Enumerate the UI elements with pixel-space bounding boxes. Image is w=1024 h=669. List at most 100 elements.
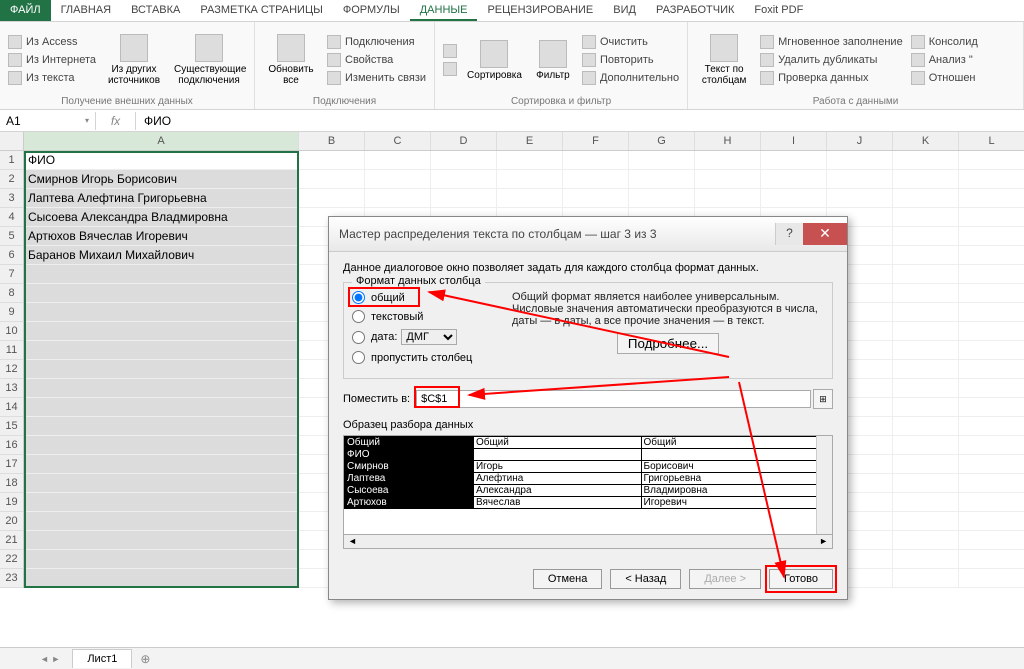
- row-header[interactable]: 2: [0, 170, 23, 189]
- preview-vscroll[interactable]: [816, 436, 832, 534]
- cell[interactable]: [959, 208, 1024, 227]
- cell[interactable]: [959, 341, 1024, 360]
- cell[interactable]: [959, 322, 1024, 341]
- cell[interactable]: [629, 189, 695, 208]
- col-header[interactable]: G: [629, 132, 695, 150]
- tab-data[interactable]: ДАННЫЕ: [410, 0, 478, 21]
- row-header[interactable]: 17: [0, 455, 23, 474]
- cell[interactable]: [959, 227, 1024, 246]
- cell[interactable]: [893, 379, 959, 398]
- cell[interactable]: [629, 151, 695, 170]
- row-header[interactable]: 8: [0, 284, 23, 303]
- cell[interactable]: [893, 398, 959, 417]
- tab-foxit[interactable]: Foxit PDF: [744, 0, 813, 21]
- new-sheet-button[interactable]: ⊕: [132, 652, 158, 666]
- cell[interactable]: [893, 436, 959, 455]
- cell[interactable]: [959, 474, 1024, 493]
- cell[interactable]: [24, 360, 299, 379]
- cell[interactable]: [299, 189, 365, 208]
- cell[interactable]: [893, 512, 959, 531]
- cell[interactable]: [24, 474, 299, 493]
- row-header[interactable]: 12: [0, 360, 23, 379]
- row-header[interactable]: 18: [0, 474, 23, 493]
- cell[interactable]: [893, 550, 959, 569]
- radio-general[interactable]: [352, 291, 365, 304]
- row-header[interactable]: 14: [0, 398, 23, 417]
- existing-connections-button[interactable]: Существующие подключения: [170, 24, 248, 96]
- back-button[interactable]: < Назад: [610, 569, 681, 589]
- cell[interactable]: [893, 569, 959, 588]
- row-header[interactable]: 19: [0, 493, 23, 512]
- col-header[interactable]: C: [365, 132, 431, 150]
- cell[interactable]: Сысоева Александра Владмировна: [24, 208, 299, 227]
- cell[interactable]: [959, 170, 1024, 189]
- row-header[interactable]: 4: [0, 208, 23, 227]
- cell[interactable]: [24, 455, 299, 474]
- cell[interactable]: [893, 284, 959, 303]
- cancel-button[interactable]: Отмена: [533, 569, 602, 589]
- col-header[interactable]: E: [497, 132, 563, 150]
- filter-button[interactable]: Фильтр: [530, 24, 576, 96]
- relationships-button[interactable]: Отношен: [909, 70, 980, 86]
- cell[interactable]: [24, 379, 299, 398]
- row-header[interactable]: 11: [0, 341, 23, 360]
- cell[interactable]: [959, 189, 1024, 208]
- advanced-filter-button[interactable]: Дополнительно: [580, 70, 681, 86]
- col-header[interactable]: B: [299, 132, 365, 150]
- dialog-close-button[interactable]: ✕: [803, 223, 847, 245]
- row-header[interactable]: 23: [0, 569, 23, 588]
- cell[interactable]: [24, 512, 299, 531]
- sort-za-button[interactable]: [441, 61, 459, 77]
- col-header[interactable]: D: [431, 132, 497, 150]
- radio-skip[interactable]: [352, 351, 365, 364]
- cell[interactable]: [893, 531, 959, 550]
- row-header[interactable]: 5: [0, 227, 23, 246]
- fx-button[interactable]: fx: [96, 112, 136, 130]
- cell[interactable]: [24, 398, 299, 417]
- consolidate-button[interactable]: Консолид: [909, 34, 980, 50]
- cell[interactable]: [893, 170, 959, 189]
- cell[interactable]: [893, 322, 959, 341]
- cell[interactable]: Баранов Михаил Михайлович: [24, 246, 299, 265]
- cell[interactable]: [827, 170, 893, 189]
- cell[interactable]: [959, 569, 1024, 588]
- cell[interactable]: [893, 360, 959, 379]
- radio-text-label[interactable]: текстовый: [371, 311, 423, 323]
- radio-skip-label[interactable]: пропустить столбец: [371, 352, 472, 364]
- sheet-tab-1[interactable]: Лист1: [72, 649, 132, 668]
- row-header[interactable]: 7: [0, 265, 23, 284]
- destination-input[interactable]: [416, 390, 811, 408]
- row-header[interactable]: 21: [0, 531, 23, 550]
- row-header[interactable]: 6: [0, 246, 23, 265]
- select-all-corner[interactable]: [0, 132, 24, 151]
- cell[interactable]: [497, 170, 563, 189]
- cell[interactable]: [629, 170, 695, 189]
- cell[interactable]: [893, 474, 959, 493]
- cell[interactable]: [893, 208, 959, 227]
- remove-duplicates-button[interactable]: Удалить дубликаты: [758, 52, 905, 68]
- cell[interactable]: [959, 512, 1024, 531]
- radio-date[interactable]: [352, 331, 365, 344]
- tab-home[interactable]: ГЛАВНАЯ: [51, 0, 121, 21]
- cell[interactable]: [959, 360, 1024, 379]
- row-header[interactable]: 16: [0, 436, 23, 455]
- cell[interactable]: [959, 379, 1024, 398]
- cell[interactable]: [893, 341, 959, 360]
- cell[interactable]: [893, 227, 959, 246]
- cell[interactable]: [695, 189, 761, 208]
- cell[interactable]: [563, 151, 629, 170]
- cell[interactable]: [24, 550, 299, 569]
- connections-button[interactable]: Подключения: [325, 34, 428, 50]
- cell[interactable]: [24, 303, 299, 322]
- cell[interactable]: [24, 341, 299, 360]
- cell[interactable]: ФИО: [24, 151, 299, 170]
- cell[interactable]: [893, 455, 959, 474]
- cell[interactable]: [24, 531, 299, 550]
- cell[interactable]: [695, 170, 761, 189]
- row-header[interactable]: 22: [0, 550, 23, 569]
- tab-view[interactable]: ВИД: [603, 0, 646, 21]
- cell[interactable]: [24, 417, 299, 436]
- cell[interactable]: [365, 151, 431, 170]
- reapply-button[interactable]: Повторить: [580, 52, 681, 68]
- col-header[interactable]: J: [827, 132, 893, 150]
